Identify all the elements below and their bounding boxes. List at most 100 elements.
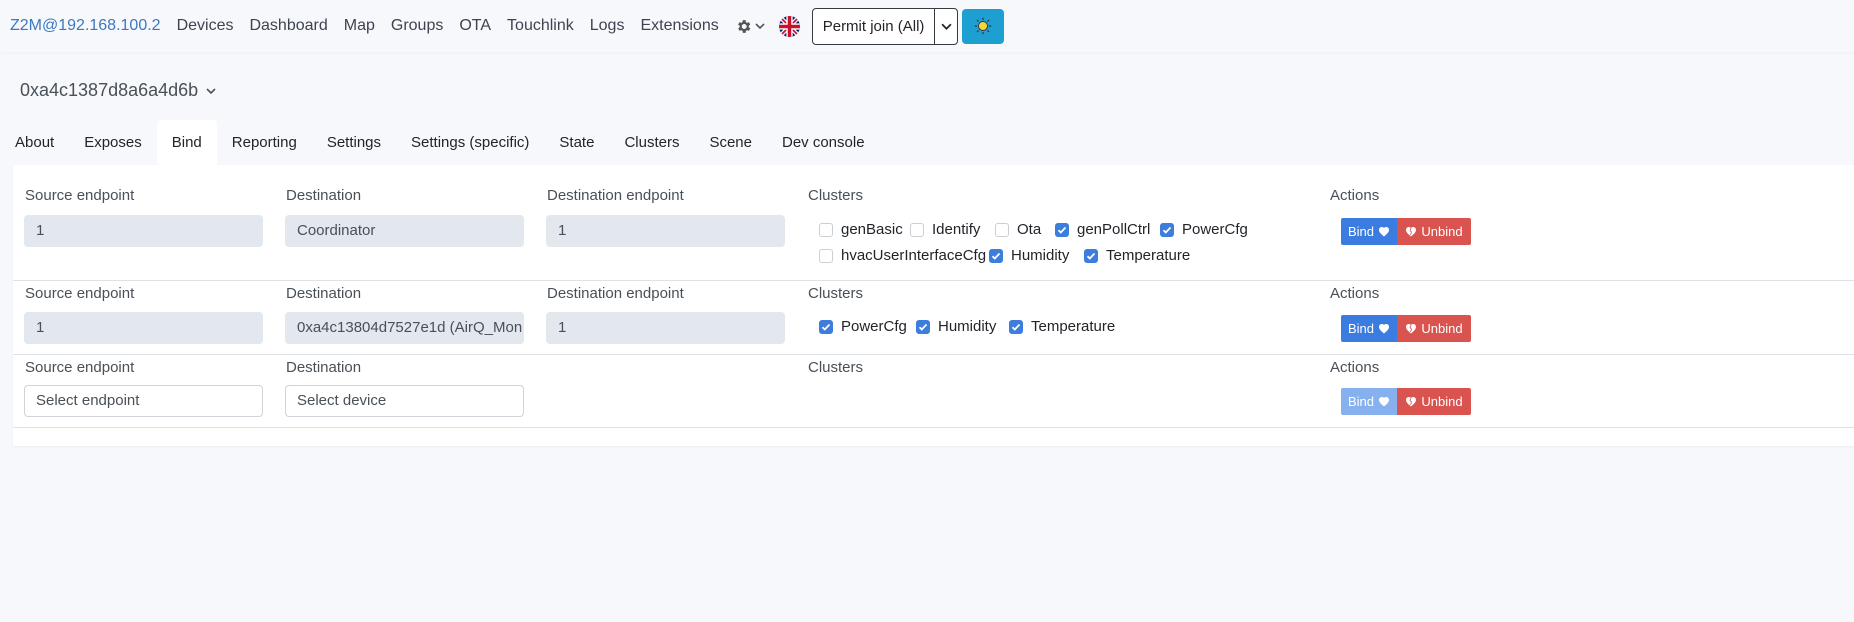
unbind-button[interactable]: Unbind: [1397, 218, 1471, 245]
checkbox[interactable]: [819, 248, 833, 263]
cluster-label: Identify: [932, 221, 981, 238]
nav-ota[interactable]: OTA: [459, 17, 491, 35]
checkbox-checked[interactable]: [916, 319, 930, 334]
cluster-label: Ota: [1017, 221, 1042, 238]
destination-label: Destination: [286, 285, 362, 302]
checkbox-checked[interactable]: [1055, 222, 1069, 237]
sun-icon: [975, 17, 992, 35]
device-tabs: About Exposes Bind Reporting Settings Se…: [0, 120, 880, 165]
checkbox-checked[interactable]: [1160, 222, 1174, 237]
nav-touchlink[interactable]: Touchlink: [507, 17, 574, 35]
source-endpoint-label: Source endpoint: [25, 285, 135, 302]
clusters-label: Clusters: [808, 359, 864, 376]
cluster-label: Temperature: [1031, 318, 1116, 335]
destination-endpoint-field[interactable]: 1: [546, 215, 785, 247]
heart-icon: [1379, 227, 1390, 237]
destination-label: Destination: [286, 359, 362, 376]
nav-dashboard[interactable]: Dashboard: [249, 17, 327, 35]
tab-reporting[interactable]: Reporting: [217, 120, 312, 165]
cluster-checkbox-temperature[interactable]: Temperature: [1009, 318, 1115, 335]
new-bind-row: Source endpoint Destination Clusters Act…: [13, 355, 1854, 428]
checkbox[interactable]: [819, 222, 833, 237]
source-endpoint-field[interactable]: 1: [24, 312, 263, 344]
unbind-button[interactable]: Unbind: [1397, 315, 1471, 342]
checkbox[interactable]: [995, 222, 1009, 237]
destination-endpoint-field[interactable]: 1: [546, 312, 785, 344]
permit-join-button[interactable]: Permit join (All): [813, 8, 936, 44]
bind-actions: Bind Unbind: [1341, 388, 1471, 415]
cluster-checkbox-humidity[interactable]: Humidity: [989, 247, 1069, 264]
checkbox[interactable]: [910, 222, 924, 237]
settings-menu[interactable]: [735, 18, 765, 35]
source-endpoint-select[interactable]: Select endpoint: [24, 385, 263, 417]
cluster-label: Humidity: [938, 318, 997, 335]
cluster-checkbox-genpollctrl[interactable]: genPollCtrl: [1055, 221, 1150, 238]
checkbox-checked[interactable]: [819, 319, 833, 334]
clusters-label: Clusters: [808, 187, 864, 204]
device-name: 0xa4c1387d8a6a4d6b: [20, 80, 199, 100]
bind-actions: Bind Unbind: [1341, 218, 1471, 245]
checkbox-checked[interactable]: [1084, 248, 1098, 263]
tab-scene[interactable]: Scene: [694, 120, 767, 165]
destination-endpoint-label: Destination endpoint: [547, 285, 684, 302]
top-navbar: Z2M@192.168.100.2 Devices Dashboard Map …: [0, 0, 1854, 52]
destination-device-select[interactable]: Select device: [285, 385, 524, 417]
destination-field[interactable]: 0xa4c13804d7527e1d (AirQ_Monit: [285, 312, 524, 344]
nav-logs[interactable]: Logs: [590, 17, 625, 35]
cluster-checkbox-humidity[interactable]: Humidity: [916, 318, 996, 335]
bind-button[interactable]: Bind: [1341, 315, 1397, 342]
chevron-down-icon: [755, 23, 765, 30]
cluster-label: hvacUserInterfaceCfg: [841, 247, 987, 264]
chevron-down-icon: [941, 23, 952, 30]
destination-endpoint-label: Destination endpoint: [547, 187, 684, 204]
checkbox-checked[interactable]: [1009, 319, 1023, 334]
actions-label: Actions: [1330, 285, 1380, 302]
tab-state[interactable]: State: [544, 120, 609, 165]
bind-button-disabled[interactable]: Bind: [1341, 388, 1397, 415]
destination-label: Destination: [286, 187, 362, 204]
row-divider: [13, 427, 1854, 428]
cluster-checkbox-hvacuserinterfacecfg[interactable]: hvacUserInterfaceCfg: [819, 247, 986, 264]
cluster-checkbox-identify[interactable]: Identify: [910, 221, 980, 238]
device-selector[interactable]: 0xa4c1387d8a6a4d6b: [20, 80, 216, 101]
actions-label: Actions: [1330, 359, 1380, 376]
source-endpoint-field[interactable]: 1: [24, 215, 263, 247]
cluster-checkbox-powercfg[interactable]: PowerCfg: [819, 318, 907, 335]
permit-join-dropdown[interactable]: [935, 9, 957, 44]
heart-icon: [1379, 397, 1390, 407]
source-endpoint-label: Source endpoint: [25, 359, 135, 376]
gear-icon: [737, 19, 751, 33]
uk-flag-icon[interactable]: [778, 15, 800, 37]
nav-devices[interactable]: Devices: [177, 17, 234, 35]
cluster-checkbox-ota[interactable]: Ota: [995, 221, 1041, 238]
bind-row: Source endpoint Destination Destination …: [13, 281, 1854, 355]
destination-field[interactable]: Coordinator: [285, 215, 524, 247]
bind-button[interactable]: Bind: [1341, 218, 1397, 245]
cluster-checkbox-powercfg[interactable]: PowerCfg: [1160, 221, 1248, 238]
bind-panel: Source endpoint Destination Destination …: [13, 165, 1854, 446]
theme-toggle-button[interactable]: [962, 8, 1005, 44]
source-endpoint-label: Source endpoint: [25, 187, 135, 204]
cluster-label: PowerCfg: [1182, 221, 1248, 238]
nav-groups[interactable]: Groups: [391, 17, 443, 35]
tab-bind[interactable]: Bind: [156, 120, 217, 165]
checkbox-checked[interactable]: [989, 248, 1003, 263]
brand-link[interactable]: Z2M@192.168.100.2: [10, 17, 161, 35]
unbind-button[interactable]: Unbind: [1397, 388, 1471, 415]
cluster-label: genPollCtrl: [1077, 221, 1151, 238]
nav-extensions[interactable]: Extensions: [640, 17, 718, 35]
cluster-checkbox-temperature[interactable]: Temperature: [1084, 247, 1190, 264]
cluster-checkbox-genbasic[interactable]: genBasic: [819, 221, 903, 238]
tab-exposes[interactable]: Exposes: [69, 120, 157, 165]
tab-settings[interactable]: Settings: [312, 120, 396, 165]
bind-actions: Bind Unbind: [1341, 315, 1471, 342]
broken-heart-icon: [1406, 227, 1417, 237]
tab-settings-specific[interactable]: Settings (specific): [396, 120, 544, 165]
cluster-label: genBasic: [841, 221, 903, 238]
tab-clusters[interactable]: Clusters: [609, 120, 694, 165]
nav-map[interactable]: Map: [344, 17, 375, 35]
tab-about[interactable]: About: [0, 120, 69, 165]
tab-dev-console[interactable]: Dev console: [767, 120, 880, 165]
broken-heart-icon: [1406, 324, 1417, 334]
bind-row: Source endpoint Destination Destination …: [13, 165, 1854, 281]
